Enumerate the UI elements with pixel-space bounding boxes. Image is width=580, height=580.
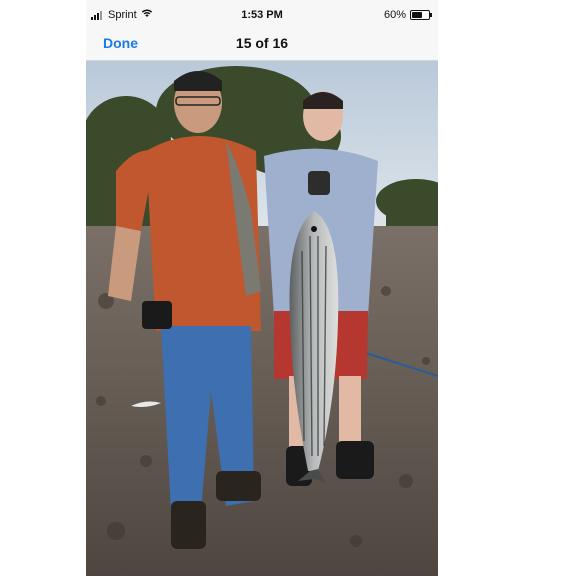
battery-icon <box>410 10 432 20</box>
photo-counter: 15 of 16 <box>235 35 289 51</box>
photo-viewer-image[interactable] <box>86 61 438 576</box>
gravel-ground <box>86 226 438 576</box>
status-bar: Sprint 1:53 PM 60% <box>86 0 438 30</box>
battery-percent: 60% <box>383 9 406 21</box>
battery-fill <box>412 12 422 18</box>
navigation-bar: Done 15 of 16 <box>86 30 438 61</box>
phone-screen: Sprint 1:53 PM 60% Done 15 of 16 <box>86 0 438 580</box>
